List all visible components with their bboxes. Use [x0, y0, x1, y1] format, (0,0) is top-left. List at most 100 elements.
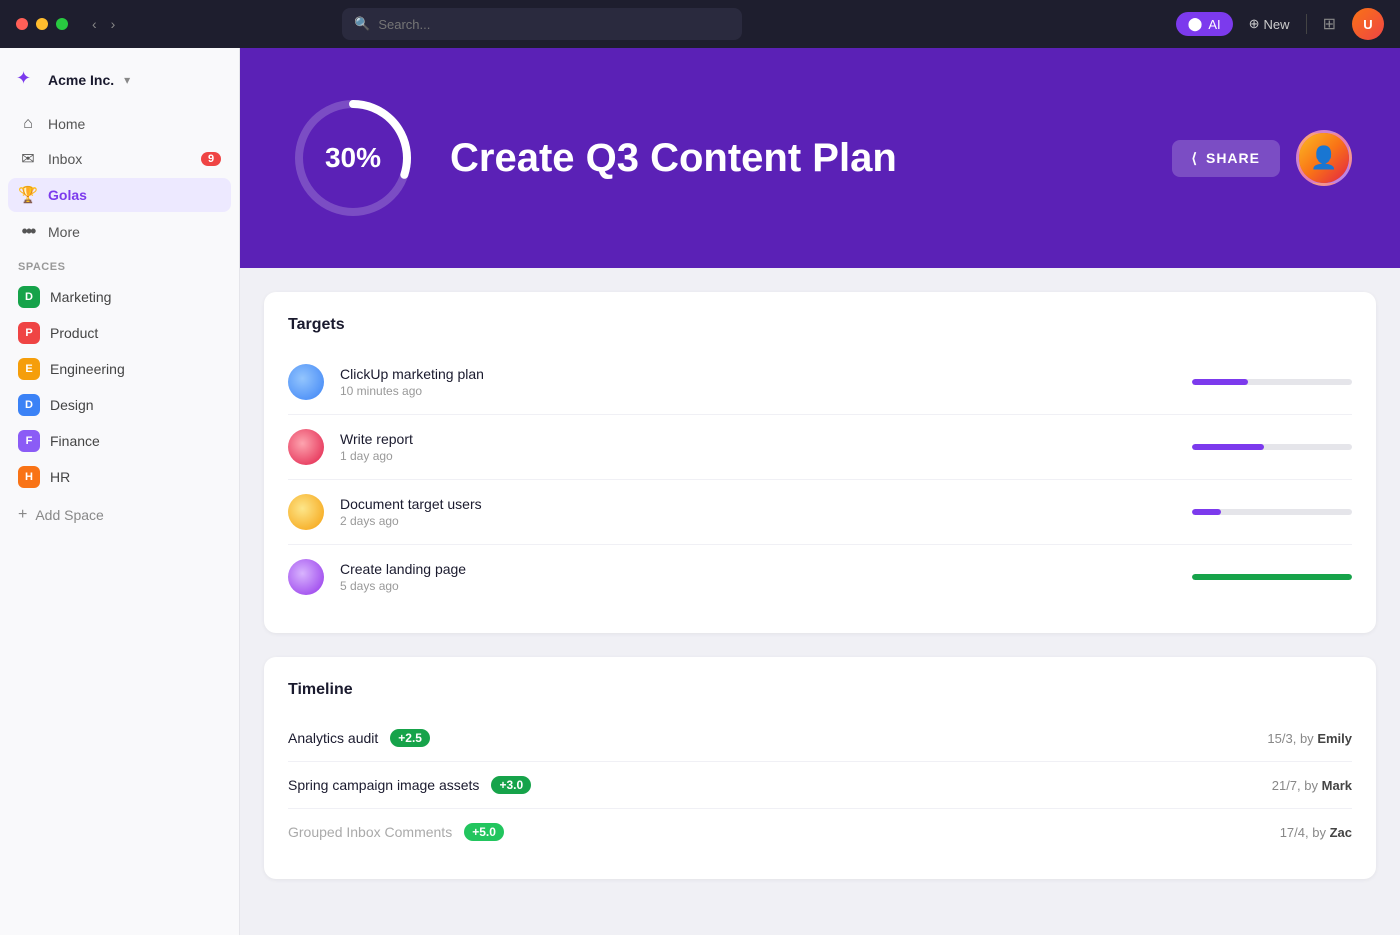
- timeline-right-1: 15/3, by Emily: [1267, 731, 1352, 746]
- minimize-window-button[interactable]: [36, 18, 48, 30]
- target-info-4: Create landing page 5 days ago: [340, 561, 1176, 593]
- sidebar-item-label: More: [48, 224, 80, 240]
- workspace-name: Acme Inc.: [48, 72, 114, 88]
- topbar: ‹ › 🔍 ⬤ AI ⊕ New ⊞ U: [0, 0, 1400, 48]
- workspace-header[interactable]: ✦ Acme Inc. ▾: [0, 60, 239, 108]
- timeline-row-3: Grouped Inbox Comments +5.0 17/4, by Zac: [288, 809, 1352, 855]
- sidebar-item-label: Inbox: [48, 151, 82, 167]
- new-button[interactable]: ⊕ New: [1249, 16, 1290, 32]
- search-icon: 🔍: [354, 16, 370, 32]
- timeline-row-1: Analytics audit +2.5 15/3, by Emily: [288, 715, 1352, 762]
- target-avatar-2: [288, 429, 324, 465]
- timeline-row-2: Spring campaign image assets +3.0 21/7, …: [288, 762, 1352, 809]
- home-icon: ⌂: [18, 115, 38, 133]
- share-button[interactable]: ⟨ SHARE: [1172, 140, 1280, 177]
- window-controls: [16, 18, 68, 30]
- sidebar-item-label: Home: [48, 116, 85, 132]
- sidebar-item-engineering[interactable]: E Engineering: [8, 351, 231, 387]
- inbox-badge: 9: [201, 152, 221, 166]
- sidebar-item-label: Golas: [48, 187, 87, 203]
- ai-icon: ⬤: [1188, 16, 1203, 32]
- target-progress-fill-3: [1192, 509, 1221, 515]
- marketing-dot: D: [18, 286, 40, 308]
- timeline-badge-3: +5.0: [464, 823, 504, 841]
- timeline-right-2: 21/7, by Mark: [1272, 778, 1352, 793]
- sidebar-item-product[interactable]: P Product: [8, 315, 231, 351]
- timeline-item-name-2: Spring campaign image assets: [288, 777, 479, 793]
- targets-title: Targets: [288, 316, 1352, 334]
- sidebar-item-marketing[interactable]: D Marketing: [8, 279, 231, 315]
- target-name-1: ClickUp marketing plan: [340, 366, 1176, 382]
- sidebar-item-hr[interactable]: H HR: [8, 459, 231, 495]
- target-progress-2: [1192, 444, 1352, 450]
- target-info-2: Write report 1 day ago: [340, 431, 1176, 463]
- target-time-2: 1 day ago: [340, 449, 1176, 463]
- timeline-card: Timeline Analytics audit +2.5 15/3, by E…: [264, 657, 1376, 879]
- sidebar-item-finance[interactable]: F Finance: [8, 423, 231, 459]
- close-window-button[interactable]: [16, 18, 28, 30]
- forward-button[interactable]: ›: [107, 14, 120, 34]
- target-name-3: Document target users: [340, 496, 1176, 512]
- target-row: Document target users 2 days ago: [288, 480, 1352, 545]
- topbar-right: ⬤ AI ⊕ New ⊞ U: [1176, 8, 1384, 40]
- product-dot: P: [18, 322, 40, 344]
- target-progress-fill-4: [1192, 574, 1352, 580]
- maximize-window-button[interactable]: [56, 18, 68, 30]
- user-avatar[interactable]: U: [1352, 8, 1384, 40]
- search-bar[interactable]: 🔍: [342, 8, 742, 40]
- target-name-4: Create landing page: [340, 561, 1176, 577]
- target-avatar-3: [288, 494, 324, 530]
- timeline-badge-2: +3.0: [491, 776, 531, 794]
- plus-icon: +: [18, 506, 27, 524]
- engineering-dot: E: [18, 358, 40, 380]
- timeline-item-name-1: Analytics audit: [288, 730, 378, 746]
- sidebar-item-more[interactable]: ••• More: [8, 214, 231, 249]
- share-label: SHARE: [1206, 150, 1260, 166]
- target-time-4: 5 days ago: [340, 579, 1176, 593]
- finance-dot: F: [18, 430, 40, 452]
- targets-card: Targets ClickUp marketing plan 10 minute…: [264, 292, 1376, 633]
- sidebar-item-inbox[interactable]: ✉ Inbox 9: [8, 142, 231, 176]
- topbar-divider: [1306, 14, 1307, 34]
- sidebar-item-home[interactable]: ⌂ Home: [8, 108, 231, 140]
- target-progress-1: [1192, 379, 1352, 385]
- space-label: HR: [50, 469, 70, 485]
- target-progress-3: [1192, 509, 1352, 515]
- inbox-icon: ✉: [18, 149, 38, 169]
- target-time-1: 10 minutes ago: [340, 384, 1176, 398]
- nav-arrows: ‹ ›: [88, 14, 119, 34]
- search-input[interactable]: [378, 17, 730, 32]
- target-avatar-1: [288, 364, 324, 400]
- ai-button[interactable]: ⬤ AI: [1176, 12, 1233, 36]
- target-time-3: 2 days ago: [340, 514, 1176, 528]
- goal-avatar: 👤: [1296, 130, 1352, 186]
- grid-icon[interactable]: ⊞: [1323, 14, 1336, 34]
- progress-percent: 30%: [325, 142, 381, 174]
- target-info-1: ClickUp marketing plan 10 minutes ago: [340, 366, 1176, 398]
- sidebar-item-design[interactable]: D Design: [8, 387, 231, 423]
- content-area: 30% Create Q3 Content Plan ⟨ SHARE 👤 Tar…: [240, 48, 1400, 935]
- add-space-button[interactable]: + Add Space: [0, 499, 239, 531]
- design-dot: D: [18, 394, 40, 416]
- target-progress-4: [1192, 574, 1352, 580]
- spaces-list: D Marketing P Product E Engineering D De…: [0, 279, 239, 495]
- goal-header: 30% Create Q3 Content Plan ⟨ SHARE 👤: [240, 48, 1400, 268]
- share-icon: ⟨: [1192, 150, 1198, 167]
- target-avatar-4: [288, 559, 324, 595]
- workspace-logo: ✦: [16, 68, 40, 92]
- timeline-title: Timeline: [288, 681, 1352, 699]
- target-row: Create landing page 5 days ago: [288, 545, 1352, 609]
- goal-actions: ⟨ SHARE 👤: [1172, 130, 1352, 186]
- space-label: Product: [50, 325, 98, 341]
- space-label: Engineering: [50, 361, 125, 377]
- back-button[interactable]: ‹: [88, 14, 101, 34]
- sidebar-item-goals[interactable]: 🏆 Golas: [8, 178, 231, 212]
- plus-icon: ⊕: [1249, 16, 1260, 32]
- target-row: ClickUp marketing plan 10 minutes ago: [288, 350, 1352, 415]
- more-icon: •••: [18, 221, 38, 242]
- space-label: Finance: [50, 433, 100, 449]
- target-name-2: Write report: [340, 431, 1176, 447]
- space-label: Marketing: [50, 289, 111, 305]
- sidebar-nav: ⌂ Home ✉ Inbox 9 🏆 Golas ••• More: [0, 108, 239, 249]
- space-label: Design: [50, 397, 94, 413]
